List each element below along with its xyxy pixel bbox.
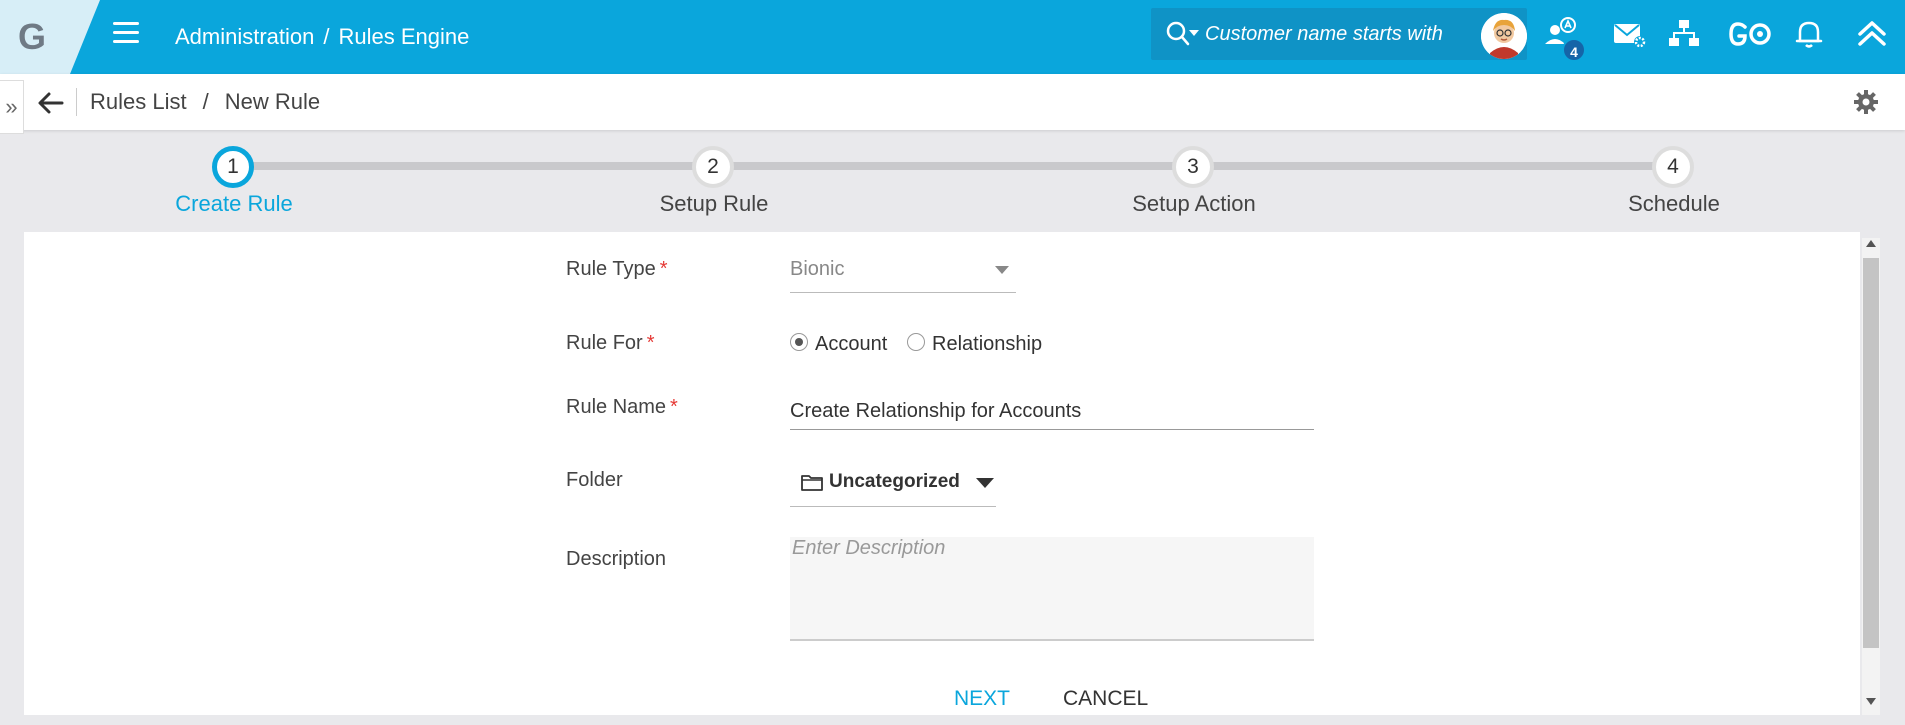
breadcrumb-rules-engine[interactable]: Rules Engine [339, 24, 470, 49]
notification-count-badge: 4 [1562, 38, 1586, 62]
radio-relationship[interactable] [907, 333, 925, 351]
description-textarea[interactable] [790, 537, 1314, 641]
breadcrumb: Rules List / New Rule [90, 89, 321, 114]
scrollbar-thumb[interactable] [1863, 258, 1879, 648]
folder-value[interactable]: Uncategorized [829, 471, 960, 493]
step-4-indicator[interactable]: 4 [1652, 146, 1694, 188]
folder-label: Folder [566, 469, 623, 491]
hamburger-menu-icon[interactable] [113, 22, 139, 46]
rule-type-label: Rule Type * [566, 258, 668, 280]
stepper-track [233, 162, 1674, 170]
expand-sidebar-icon[interactable]: » [0, 80, 24, 134]
radio-account-label[interactable]: Account [815, 333, 887, 356]
cancel-button[interactable]: CANCEL [1063, 687, 1148, 711]
breadcrumb-rules-list[interactable]: Rules List [90, 89, 187, 114]
search-input[interactable] [1205, 20, 1465, 48]
breadcrumb-new-rule: New Rule [224, 89, 321, 114]
step-1-label[interactable]: Create Rule [134, 191, 334, 217]
rule-name-input[interactable] [790, 393, 1314, 430]
scroll-up-arrow-icon[interactable] [1866, 240, 1876, 247]
next-button[interactable]: NEXT [954, 687, 1010, 711]
description-label: Description [566, 548, 667, 570]
avatar[interactable] [1481, 13, 1527, 59]
rule-type-value: Bionic [790, 258, 845, 280]
rule-name-label: Rule Name * [566, 396, 678, 418]
radio-relationship-label[interactable]: Relationship [932, 333, 1042, 356]
step-3-indicator[interactable]: 3 [1172, 146, 1214, 188]
step-4-label[interactable]: Schedule [1574, 191, 1774, 217]
avatar-illustration-icon [1481, 13, 1527, 59]
divider [76, 88, 77, 116]
app-logo[interactable]: G [18, 16, 46, 58]
chevron-down-icon[interactable] [995, 266, 1009, 274]
global-search[interactable] [1151, 8, 1527, 60]
step-2-label[interactable]: Setup Rule [614, 191, 814, 217]
chevron-up-double-icon[interactable] [1854, 16, 1890, 52]
hierarchy-icon[interactable] [1666, 16, 1702, 52]
search-scope-caret-icon[interactable] [1189, 30, 1199, 36]
rule-for-label: Rule For * [566, 332, 655, 354]
breadcrumb-administration[interactable]: Administration [175, 24, 314, 49]
go-icon[interactable] [1728, 16, 1774, 52]
top-navbar: G Administration/Rules Engine 4 [0, 0, 1905, 74]
gear-icon[interactable] [1852, 88, 1880, 116]
back-arrow-icon[interactable] [36, 88, 66, 118]
radio-account[interactable] [790, 333, 808, 351]
logo-area[interactable]: G [0, 0, 100, 74]
step-3-label[interactable]: Setup Action [1094, 191, 1294, 217]
mail-settings-icon[interactable] [1612, 16, 1648, 52]
step-1-indicator[interactable]: 1 [212, 146, 254, 188]
step-2-indicator[interactable]: 2 [692, 146, 734, 188]
folder-icon [801, 475, 823, 491]
bell-icon[interactable] [1791, 16, 1827, 52]
chevron-down-icon[interactable] [976, 478, 994, 488]
scroll-down-arrow-icon[interactable] [1866, 698, 1876, 705]
top-breadcrumb: Administration / Rules Engine [175, 24, 470, 49]
